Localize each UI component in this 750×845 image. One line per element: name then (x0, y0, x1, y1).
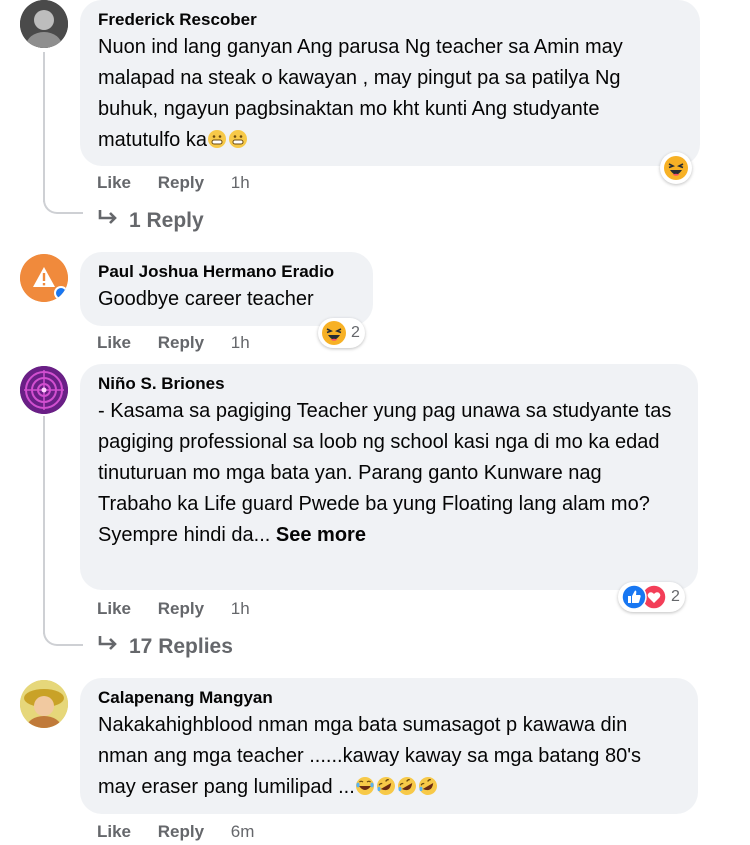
reaction-summary[interactable]: 2 (618, 582, 685, 612)
comment-actions: Like Reply 1h (97, 333, 272, 353)
like-button[interactable]: Like (97, 822, 131, 842)
rofl-emoji-icon (418, 775, 438, 795)
comment-actions: Like Reply 1h (97, 599, 272, 619)
thread-line (43, 416, 45, 634)
reaction-count: 2 (671, 588, 680, 605)
radar-avatar-icon (20, 366, 68, 414)
timestamp[interactable]: 1h (231, 333, 250, 353)
avatar[interactable] (20, 0, 68, 48)
comment-text: - Kasama sa pagiging Teacher yung pag un… (98, 400, 672, 546)
haha-reaction-icon (663, 155, 689, 181)
reaction-count: 2 (351, 324, 360, 341)
comment-bubble: Frederick Rescober Nuon ind lang ganyan … (80, 0, 700, 166)
comment-text: Goodbye career teacher (98, 288, 314, 310)
thread-curve (43, 628, 83, 646)
timestamp[interactable]: 1h (231, 173, 250, 193)
view-replies-link[interactable]: 1 Reply (97, 209, 204, 233)
thread-curve (43, 196, 83, 214)
avatar-photo-icon (20, 0, 68, 48)
timestamp[interactable]: 1h (231, 599, 250, 619)
comment-text: Nakakahighblood nman mga bata sumasagot … (98, 714, 642, 798)
avatar[interactable] (20, 366, 68, 414)
grin-emoji-icon (228, 128, 248, 148)
reply-button[interactable]: Reply (158, 333, 204, 353)
comment-bubble: Calapenang Mangyan Nakakahighblood nman … (80, 678, 698, 814)
comment-author[interactable]: Calapenang Mangyan (98, 688, 680, 708)
avatar[interactable] (20, 680, 68, 728)
reply-arrow-icon (97, 635, 121, 659)
like-button[interactable]: Like (97, 333, 131, 353)
timestamp[interactable]: 6m (231, 822, 255, 842)
laugh-cry-emoji-icon (355, 775, 375, 795)
see-more-link[interactable]: See more (276, 524, 366, 546)
rofl-emoji-icon (376, 775, 396, 795)
comment-author[interactable]: Niño S. Briones (98, 374, 680, 394)
reply-arrow-icon (97, 209, 121, 233)
replies-count-label: 17 Replies (129, 635, 233, 658)
reaction-summary[interactable]: 2 (318, 318, 365, 348)
like-button[interactable]: Like (97, 173, 131, 193)
comment-text: Nuon ind lang ganyan Ang parusa Ng teach… (98, 36, 623, 151)
comment-bubble: Paul Joshua Hermano Eradio Goodbye caree… (80, 252, 373, 326)
reply-button[interactable]: Reply (158, 599, 204, 619)
like-reaction-icon (621, 584, 647, 610)
haha-reaction-icon (321, 320, 347, 346)
comment-actions: Like Reply 6m (97, 822, 276, 842)
grin-emoji-icon (207, 128, 227, 148)
avatar[interactable] (20, 254, 68, 302)
comment-bubble: Niño S. Briones - Kasama sa pagiging Tea… (80, 364, 698, 590)
rofl-emoji-icon (397, 775, 417, 795)
thread-line (43, 52, 45, 202)
comment-author[interactable]: Frederick Rescober (98, 10, 682, 30)
replies-count-label: 1 Reply (129, 209, 204, 232)
comment-author[interactable]: Paul Joshua Hermano Eradio (98, 262, 355, 282)
online-badge-icon (54, 286, 68, 300)
like-button[interactable]: Like (97, 599, 131, 619)
avatar-photo-icon (20, 680, 68, 728)
reply-button[interactable]: Reply (158, 822, 204, 842)
comment-actions: Like Reply 1h (97, 173, 272, 193)
view-replies-link[interactable]: 17 Replies (97, 635, 233, 659)
reply-button[interactable]: Reply (158, 173, 204, 193)
reaction-summary[interactable] (660, 152, 692, 184)
